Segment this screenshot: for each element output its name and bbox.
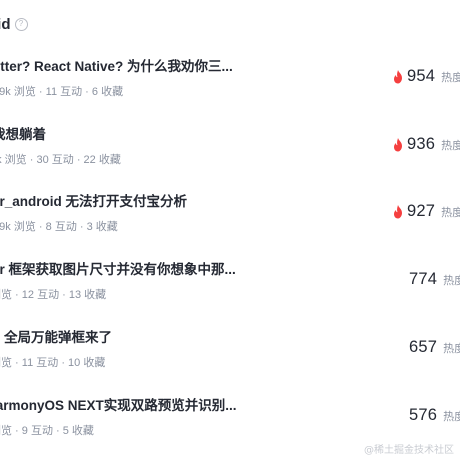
favorites-count: 6 收藏 (91, 86, 124, 98)
hot-score: 927 热度 (392, 202, 460, 221)
interactions-count: 9 互动 (21, 425, 53, 437)
hot-value: 936 (407, 135, 436, 153)
article-meta: 1.9k 浏览 · 11 互动 · 6 收藏 (0, 83, 123, 99)
views-count: 浏览 (0, 289, 12, 301)
question-circle-icon[interactable]: ? (14, 17, 28, 31)
views-count: 浏览 (0, 425, 12, 437)
favorites-count: 22 收藏 (83, 154, 121, 166)
list-item[interactable]: utter? React Native? 为什么我劝你三... 1.9k 浏览 … (0, 55, 460, 122)
interactions-count: 12 互动 (21, 289, 60, 301)
interactions-count: 11 互动 (21, 357, 59, 369)
hot-label: 热度 (441, 206, 460, 219)
views-count: 5k 浏览 (0, 154, 27, 166)
views-count: 浏览 (0, 357, 12, 369)
hot-value: 927 (407, 202, 436, 220)
article-title[interactable]: larmonyOS NEXT实现双路预览并识别... (0, 394, 242, 414)
list-header: oid ? (0, 10, 40, 38)
hot-score: 657 热度 (392, 338, 460, 357)
article-meta: 浏览 · 9 互动 · 5 收藏 (0, 422, 94, 438)
hot-label: 热度 (443, 410, 460, 423)
list-item[interactable]: er 框架获取图片尺寸并没有你想象中那... 浏览 · 12 互动 · 13 收… (0, 258, 460, 325)
views-count: 1.9k 浏览 (0, 221, 36, 233)
flame-icon (394, 137, 402, 151)
article-title[interactable]: er 框架获取图片尺寸并没有你想象中那... (0, 258, 242, 278)
interactions-count: 8 互动 (45, 221, 77, 233)
list-title: oid (0, 15, 11, 33)
hot-value: 657 (409, 338, 438, 356)
list-item[interactable]: er_android 无法打开支付宝分析 1.9k 浏览 · 8 互动 · 3 … (0, 190, 460, 257)
views-count: 1.9k 浏览 (0, 86, 36, 98)
article-title[interactable]: utter? React Native? 为什么我劝你三... (0, 55, 242, 75)
hot-value: 576 (409, 406, 438, 424)
article-meta: 浏览 · 11 互动 · 10 收藏 (0, 354, 105, 370)
hot-value: 774 (409, 270, 438, 288)
flame-icon (394, 69, 402, 83)
hot-score: 774 热度 (392, 270, 460, 289)
hot-score: 936 热度 (392, 135, 460, 154)
flame-icon (394, 204, 402, 218)
article-meta: 浏览 · 12 互动 · 13 收藏 (0, 286, 106, 302)
article-meta: 5k 浏览 · 30 互动 · 22 收藏 (0, 151, 121, 167)
hot-label: 热度 (443, 342, 460, 355)
interactions-count: 30 互动 (36, 154, 74, 166)
hot-label: 热度 (441, 71, 460, 84)
watermark: @稀土掘金技术社区 (364, 445, 454, 456)
article-title[interactable]: Z 全局万能弹框来了 (0, 326, 242, 346)
hot-score: 954 热度 (392, 67, 460, 86)
hot-label: 热度 (441, 139, 460, 152)
list-item[interactable]: Z 全局万能弹框来了 浏览 · 11 互动 · 10 收藏 657 热度 (0, 326, 460, 393)
article-title[interactable]: 我想躺着 (0, 123, 242, 143)
hot-score: 576 热度 (392, 406, 460, 425)
article-title[interactable]: er_android 无法打开支付宝分析 (0, 190, 242, 210)
favorites-count: 5 收藏 (62, 425, 94, 437)
favorites-count: 10 收藏 (68, 357, 106, 369)
interactions-count: 11 互动 (45, 86, 83, 98)
article-meta: 1.9k 浏览 · 8 互动 · 3 收藏 (0, 218, 118, 234)
hot-label: 热度 (443, 274, 460, 287)
hot-value: 954 (407, 67, 436, 85)
favorites-count: 3 收藏 (86, 221, 118, 233)
list-item[interactable]: 我想躺着 5k 浏览 · 30 互动 · 22 收藏 936 热度 (0, 123, 460, 190)
favorites-count: 13 收藏 (68, 289, 107, 301)
